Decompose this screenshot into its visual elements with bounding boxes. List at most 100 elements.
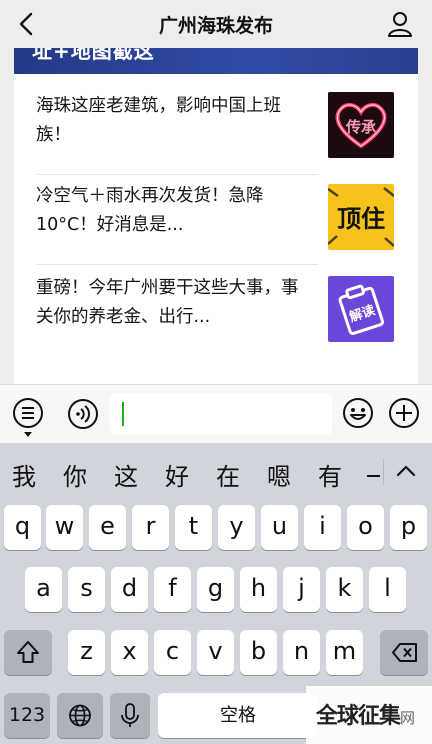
- plus-icon[interactable]: [388, 397, 420, 429]
- candidate-bar: 我 你 这 好 在 嗯 有 一: [0, 443, 432, 499]
- key-e[interactable]: e: [89, 505, 126, 550]
- key-c[interactable]: c: [154, 630, 191, 675]
- key-label: r: [145, 512, 156, 540]
- thumb-text: 顶住: [337, 205, 385, 233]
- key-label: 123: [8, 704, 46, 726]
- candidate-item[interactable]: 我: [12, 457, 36, 492]
- key-j[interactable]: j: [283, 567, 320, 612]
- key-label: m: [332, 637, 357, 665]
- key-label: v: [208, 637, 223, 665]
- top-sticker-icon: 顶住: [328, 184, 394, 250]
- candidate-item[interactable]: 嗯: [267, 457, 291, 492]
- key-p[interactable]: p: [390, 505, 427, 550]
- key-b[interactable]: b: [240, 630, 277, 675]
- key-label: 空格: [220, 705, 256, 726]
- watermark-main: 全球征集: [316, 704, 401, 729]
- text-caret: [122, 402, 124, 426]
- shift-key[interactable]: [4, 630, 52, 675]
- menu-list-icon[interactable]: [12, 397, 44, 439]
- globe-icon: [69, 704, 91, 727]
- key-label: d: [121, 574, 138, 602]
- article-title: 海珠这座老建筑，影响中国上班族！: [36, 96, 281, 145]
- numbers-key[interactable]: 123: [4, 693, 50, 738]
- key-label: p: [400, 512, 417, 540]
- key-q[interactable]: q: [4, 505, 41, 550]
- candidate-item[interactable]: 一: [366, 457, 380, 492]
- backspace-icon: [392, 643, 417, 662]
- watermark-suffix: 网: [400, 709, 415, 727]
- space-key[interactable]: 空格: [158, 693, 318, 738]
- article-item[interactable]: 冷空气＋雨水再次发货！急降10°C！好消息是... 顶住: [36, 180, 404, 260]
- divider: [36, 264, 318, 265]
- key-z[interactable]: z: [68, 630, 105, 675]
- key-f[interactable]: f: [154, 567, 191, 612]
- key-label: g: [207, 574, 224, 602]
- key-label: x: [122, 637, 137, 665]
- key-label: c: [165, 637, 180, 665]
- key-m[interactable]: m: [326, 630, 363, 675]
- key-label: k: [337, 574, 352, 602]
- microphone-icon: [121, 703, 139, 727]
- candidate-item[interactable]: 你: [63, 457, 87, 492]
- input-bar: [0, 384, 432, 443]
- key-label: y: [229, 512, 244, 540]
- article-item[interactable]: 重磅！今年广州要干这些大事，事关你的养老金、出行... 解读: [36, 272, 404, 352]
- key-k[interactable]: k: [326, 567, 363, 612]
- key-label: a: [36, 574, 51, 602]
- card-banner[interactable]: 址+地图截这: [14, 48, 418, 74]
- key-d[interactable]: d: [111, 567, 148, 612]
- key-label: e: [100, 512, 115, 540]
- globe-key[interactable]: [57, 693, 103, 738]
- chevron-up-icon[interactable]: [392, 457, 420, 485]
- candidate-item[interactable]: 好: [165, 457, 189, 492]
- key-i[interactable]: i: [304, 505, 341, 550]
- candidate-separator: [383, 459, 384, 485]
- clipboard-icon: 解读: [328, 276, 394, 342]
- key-l[interactable]: l: [369, 567, 406, 612]
- watermark-text: 全球征集网: [316, 698, 415, 730]
- emoji-icon[interactable]: [342, 397, 374, 429]
- key-y[interactable]: y: [218, 505, 255, 550]
- article-item[interactable]: 海珠这座老建筑，影响中国上班族！ 传承: [36, 90, 404, 170]
- key-u[interactable]: u: [261, 505, 298, 550]
- shift-icon: [17, 641, 39, 663]
- banner-text: 址+地图截这: [32, 48, 155, 63]
- key-label: l: [384, 574, 391, 602]
- key-s[interactable]: s: [68, 567, 105, 612]
- page-title: 广州海珠发布: [158, 15, 273, 37]
- key-g[interactable]: g: [197, 567, 234, 612]
- key-label: n: [293, 637, 310, 665]
- candidate-item[interactable]: 有: [318, 457, 342, 492]
- article-card: 址+地图截这 海珠这座老建筑，影响中国上班族！ 传承 冷空气＋雨水再次发货！急降…: [14, 48, 418, 384]
- key-n[interactable]: n: [283, 630, 320, 675]
- key-label: q: [14, 512, 31, 540]
- watermark: 全球征集网: [306, 686, 432, 744]
- key-r[interactable]: r: [132, 505, 169, 550]
- heart-neon-icon: 传承: [328, 92, 394, 158]
- key-label: z: [80, 637, 93, 665]
- message-input[interactable]: [110, 393, 332, 435]
- article-title: 重磅！今年广州要干这些大事，事关你的养老金、出行...: [36, 278, 299, 327]
- key-a[interactable]: a: [25, 567, 62, 612]
- candidate-item[interactable]: 这: [114, 457, 138, 492]
- key-t[interactable]: t: [175, 505, 212, 550]
- voice-icon[interactable]: [67, 398, 99, 430]
- key-x[interactable]: x: [111, 630, 148, 675]
- key-label: i: [319, 512, 326, 540]
- key-v[interactable]: v: [197, 630, 234, 675]
- candidate-item[interactable]: 在: [216, 457, 240, 492]
- article-title: 冷空气＋雨水再次发货！急降10°C！好消息是...: [36, 186, 264, 235]
- person-icon[interactable]: [386, 10, 414, 38]
- mic-key[interactable]: [110, 693, 150, 738]
- key-label: s: [80, 574, 93, 602]
- key-h[interactable]: h: [240, 567, 277, 612]
- key-label: o: [358, 512, 373, 540]
- delete-key[interactable]: [380, 630, 428, 675]
- key-o[interactable]: o: [347, 505, 384, 550]
- key-label: j: [298, 574, 305, 602]
- divider: [36, 174, 318, 175]
- key-label: b: [250, 637, 267, 665]
- nav-bar: 广州海珠发布: [0, 0, 432, 48]
- thumb-text: 传承: [345, 118, 376, 136]
- key-w[interactable]: w: [46, 505, 83, 550]
